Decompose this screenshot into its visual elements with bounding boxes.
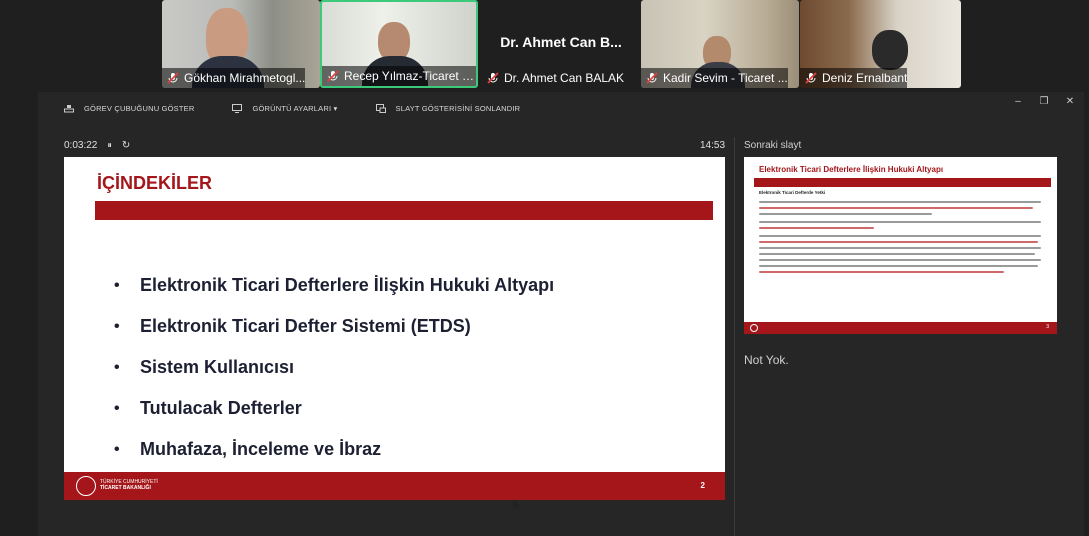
display-settings-icon (232, 103, 243, 113)
bullet-icon: • (114, 440, 120, 458)
next-slide-band (754, 178, 1051, 187)
participant-display-name: Dr. Ahmet Can B... (500, 34, 622, 50)
pane-divider[interactable] (734, 137, 735, 536)
participant-tile[interactable]: Deniz Ernalbant (800, 0, 961, 88)
mic-muted-icon (804, 71, 818, 85)
end-slideshow-icon (375, 103, 386, 113)
slide-page-number: 2 (700, 481, 705, 490)
bullet-icon: • (114, 317, 120, 335)
mic-muted-icon (486, 71, 500, 85)
current-time: 14:53 (700, 140, 726, 151)
minimize-icon[interactable]: – (1012, 96, 1024, 107)
participant-tile[interactable]: Gökhan Mirahmetogl... (162, 0, 320, 88)
bullet-icon: • (114, 399, 120, 417)
participant-tile[interactable]: Dr. Ahmet Can B... Dr. Ahmet Can BALAK (482, 0, 640, 88)
participant-tile-active[interactable]: Recep Yılmaz-Ticaret Ba... (320, 0, 478, 88)
next-slide-body (759, 201, 1047, 277)
ministry-logo-icon (76, 476, 96, 496)
pause-timer-icon[interactable]: ⏸ (107, 140, 112, 151)
footer-org-line: TİCARET BAKANLIĞI (100, 485, 151, 491)
footer-org-name: TÜRKİYE CUMHURİYETİ TİCARET BAKANLIĞI (100, 479, 158, 491)
bullet-item: • Muhafaza, İnceleme ve İbraz (114, 429, 554, 470)
participant-name: Recep Yılmaz-Ticaret Ba... (344, 69, 476, 83)
show-taskbar-label: GÖREV ÇUBUĞUNU GÖSTER (84, 103, 195, 113)
current-slide[interactable]: İÇİNDEKİLER • Elektronik Ticari Defterler… (64, 157, 725, 500)
slide-title-band (95, 201, 713, 220)
participant-name-bar: Gökhan Mirahmetogl... (162, 68, 306, 88)
ministry-logo-icon (750, 324, 758, 332)
bullet-text: Elektronik Ticari Defterlere İlişkin Huk… (140, 275, 555, 295)
next-slide-thumbnail[interactable]: Elektronik Ticari Defterlere İlişkin Huk… (744, 157, 1057, 334)
slide-bullet-list: • Elektronik Ticari Defterlere İlişkin Hu… (114, 265, 554, 470)
slide-title: İÇİNDEKİLER (97, 173, 213, 193)
participant-name-bar: Kadir Sevim - Ticaret ... (641, 68, 788, 88)
mic-muted-icon (166, 71, 180, 85)
display-settings-button[interactable]: GÖRÜNTÜ AYARLARI ▾ (232, 103, 338, 113)
participant-tile[interactable]: Kadir Sevim - Ticaret ... (641, 0, 799, 88)
bullet-item: • Sistem Kullanıcısı (114, 347, 554, 388)
next-slide-title: Elektronik Ticari Defterlere İlişkin Huk… (759, 165, 944, 174)
participant-video-strip: Gökhan Mirahmetogl... Recep Yılmaz-Ticar… (0, 0, 1089, 90)
bullet-icon: • (114, 276, 120, 294)
close-icon[interactable]: ✕ (1064, 96, 1076, 107)
bullet-text: Tutulacak Defterler (140, 398, 302, 418)
participant-name: Deniz Ernalbant (822, 71, 908, 85)
participant-name: Gökhan Mirahmetogl... (184, 71, 306, 85)
bullet-item: • Elektronik Ticari Defterlere İlişkin Hu… (114, 265, 554, 306)
slideshow-timer: 0:03:22 ⏸ ↻ (64, 140, 130, 151)
reset-timer-icon[interactable]: ↻ (122, 140, 130, 151)
show-taskbar-button[interactable]: GÖREV ÇUBUĞUNU GÖSTER (64, 104, 194, 113)
next-slide-label: Sonraki slayt (744, 140, 802, 151)
bullet-item: • Elektronik Ticari Defter Sistemi (ETDS) (114, 306, 554, 347)
bullet-text: Sistem Kullanıcısı (140, 357, 295, 377)
end-slideshow-label: SLAYT GÖSTERİSİNİ SONLANDIR (395, 103, 521, 113)
next-slide-subtitle: Elektronik Ticari Defterde Yetki (759, 190, 826, 195)
bullet-item: • Tutulacak Defterler (114, 388, 554, 429)
taskbar-icon (64, 104, 74, 113)
restore-icon[interactable]: ❐ (1038, 96, 1050, 107)
speaker-notes[interactable]: Not Yok. (744, 353, 789, 367)
end-slideshow-button[interactable]: SLAYT GÖSTERİSİNİ SONLANDIR (375, 103, 521, 113)
bullet-text: Elektronik Ticari Defter Sistemi (ETDS) (140, 316, 471, 336)
elapsed-time: 0:03:22 (64, 140, 98, 151)
presenter-toolbar: GÖREV ÇUBUĞUNU GÖSTER GÖRÜNTÜ AYARLARI ▾… (64, 100, 558, 116)
slide-footer: TÜRKİYE CUMHURİYETİ TİCARET BAKANLIĞI 2 (64, 472, 725, 500)
participant-name-bar: Deniz Ernalbant (800, 68, 908, 88)
presenter-view-window: GÖREV ÇUBUĞUNU GÖSTER GÖRÜNTÜ AYARLARI ▾… (38, 92, 1084, 536)
next-slide-page-number: 3 (1046, 324, 1049, 330)
participant-name-bar: Recep Yılmaz-Ticaret Ba... (322, 66, 476, 86)
bullet-icon: • (114, 358, 120, 376)
participant-name: Dr. Ahmet Can BALAK (504, 71, 625, 85)
display-settings-label: GÖRÜNTÜ AYARLARI ▾ (252, 103, 338, 113)
participant-name-bar: Dr. Ahmet Can BALAK (482, 68, 624, 88)
participant-name: Kadir Sevim - Ticaret ... (663, 71, 788, 85)
next-slide-footer: 3 (744, 322, 1057, 334)
bullet-text: Muhafaza, İnceleme ve İbraz (140, 439, 382, 459)
mic-muted-icon (326, 69, 340, 83)
mic-muted-icon (645, 71, 659, 85)
window-controls: – ❐ ✕ (1012, 96, 1076, 107)
